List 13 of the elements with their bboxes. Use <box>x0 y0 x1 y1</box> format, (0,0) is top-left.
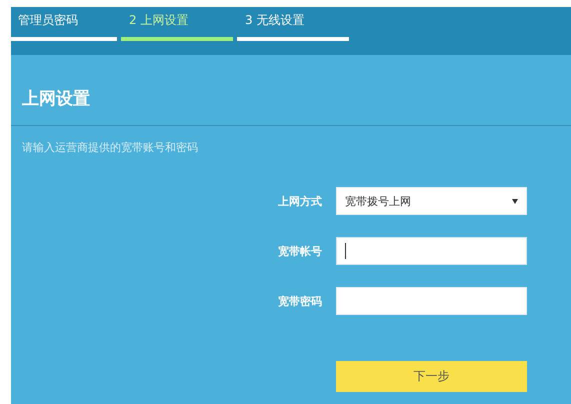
description: 请输入运营商提供的宽带账号和密码 <box>22 140 199 155</box>
step-tab[interactable]: 管理员密码 <box>11 11 117 41</box>
field-label: 上网方式 <box>278 194 322 208</box>
caret-icon <box>512 198 518 204</box>
step-tab[interactable]: 3 无线设置 <box>237 11 349 41</box>
page-title: 上网设置 <box>22 88 91 111</box>
input-field[interactable] <box>336 237 527 265</box>
field-label: 宽带密码 <box>278 294 322 308</box>
password-field[interactable] <box>336 287 527 315</box>
step-tab[interactable]: 2 上网设置 <box>121 11 233 41</box>
field-label: 宽带帐号 <box>278 244 322 258</box>
connection-type-dropdown[interactable]: 宽带拨号上网 <box>336 187 527 215</box>
next-button[interactable]: 下一步 <box>336 361 527 392</box>
